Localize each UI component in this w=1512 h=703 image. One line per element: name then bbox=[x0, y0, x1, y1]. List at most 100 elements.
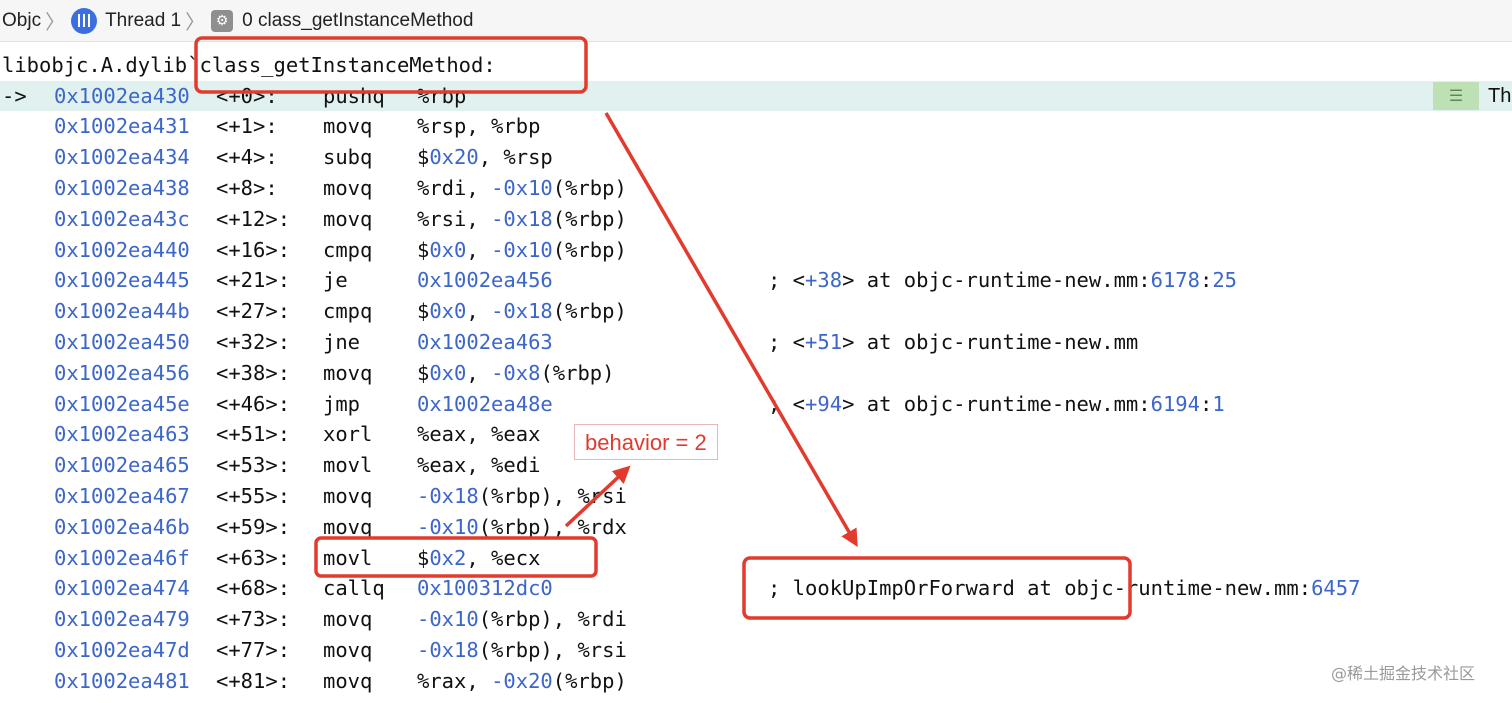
numeric-literal: -0x18 bbox=[491, 206, 553, 231]
breadcrumb-frame[interactable]: ⚙ 0 class_getInstanceMethod bbox=[211, 9, 473, 32]
numeric-literal: 1 bbox=[1212, 391, 1225, 416]
instruction-opcode: cmpq bbox=[323, 299, 373, 324]
breadcrumb-separator: 〉 bbox=[45, 12, 66, 34]
operand-text: : bbox=[1200, 268, 1213, 293]
instruction-row[interactable]: 0x1002ea456 <+38>: movq $0x0, -0x8(%rbp) bbox=[0, 358, 1512, 389]
instruction-row[interactable]: 0x1002ea47d <+77>: movq -0x18(%rbp), %rsi bbox=[0, 635, 1512, 666]
instruction-row[interactable]: 0x1002ea46f <+63>: movl $0x2, %ecx bbox=[0, 543, 1512, 574]
instruction-opcode: movq bbox=[323, 607, 373, 632]
instruction-opcode: movq bbox=[323, 175, 373, 200]
operand-text: %rsp, %rbp bbox=[417, 114, 541, 139]
instruction-address: 0x1002ea44b bbox=[54, 299, 190, 324]
instruction-address: 0x1002ea47d bbox=[54, 637, 190, 662]
instruction-address: 0x1002ea438 bbox=[54, 175, 190, 200]
instruction-operands: %eax, %edi bbox=[417, 450, 540, 481]
current-pc-arrow: -> bbox=[2, 83, 27, 108]
instruction-address: 0x1002ea46b bbox=[54, 514, 190, 539]
instruction-opcode: movq bbox=[323, 114, 373, 139]
numeric-literal: 6178 bbox=[1150, 268, 1200, 293]
operand-text: ; lookUpImpOrForward at objc-runtime-new… bbox=[768, 576, 1312, 601]
operand-text: $ bbox=[417, 237, 430, 262]
operand-text: , %ecx bbox=[466, 545, 541, 570]
instruction-opcode: callq bbox=[323, 576, 385, 601]
instruction-opcode: movq bbox=[323, 514, 373, 539]
instruction-operands: -0x18(%rbp), %rsi bbox=[417, 635, 627, 666]
operand-text: (%rbp) bbox=[540, 360, 615, 385]
instruction-row[interactable]: 0x1002ea450 <+32>: jne 0x1002ea463 ; <+51> a… bbox=[0, 327, 1512, 358]
instruction-row[interactable]: 0x1002ea43c <+12>: movq %rsi, -0x18(%rbp) bbox=[0, 204, 1512, 235]
operand-text: , bbox=[466, 360, 492, 385]
instruction-offset: <+21>: bbox=[216, 268, 291, 293]
operand-text: (%rbp), %rdx bbox=[478, 514, 627, 539]
operand-text: $ bbox=[417, 360, 430, 385]
instruction-address: 0x1002ea440 bbox=[54, 237, 190, 262]
breadcrumb-separator: 〉 bbox=[185, 12, 206, 34]
instruction-row[interactable]: 0x1002ea467 <+55>: movq -0x18(%rbp), %rsi bbox=[0, 481, 1512, 512]
instruction-operands: %rsi, -0x18(%rbp) bbox=[417, 204, 627, 235]
instruction-address: 0x1002ea474 bbox=[54, 576, 190, 601]
instruction-row[interactable]: 0x1002ea44b <+27>: cmpq $0x0, -0x18(%rbp) bbox=[0, 296, 1512, 327]
instruction-opcode: jmp bbox=[323, 391, 361, 416]
numeric-literal: +94 bbox=[805, 391, 843, 416]
numeric-literal: -0x18 bbox=[491, 299, 553, 324]
instruction-operands: $0x20, %rsp bbox=[417, 142, 553, 173]
instruction-offset: <+32>: bbox=[216, 329, 291, 354]
numeric-literal: -0x10 bbox=[491, 175, 553, 200]
current-instruction-row[interactable]: -> 0x1002ea430 <+0>: pushq %rbp ☰ Th bbox=[0, 80, 1512, 112]
instruction-opcode: pushq bbox=[323, 83, 385, 108]
instruction-opcode: movq bbox=[323, 206, 373, 231]
breadcrumb-thread[interactable]: Thread 1 bbox=[71, 7, 181, 34]
jump-bar: Objc 〉 Thread 1 〉 ⚙ 0 class_getInstanceM… bbox=[0, 0, 1512, 42]
operand-text: (%rbp), %rsi bbox=[478, 637, 627, 662]
numeric-literal: -0x10 bbox=[417, 514, 479, 539]
instruction-comment: ; lookUpImpOrForward at objc-runtime-new… bbox=[768, 573, 1360, 604]
operand-text: (%rbp) bbox=[552, 175, 627, 200]
instruction-offset: <+81>: bbox=[216, 668, 291, 693]
instruction-row[interactable]: 0x1002ea474 <+68>: callq 0x100312dc0 ; lookU… bbox=[0, 573, 1512, 604]
instruction-opcode: subq bbox=[323, 145, 373, 170]
instruction-row[interactable]: 0x1002ea463 <+51>: xorl %eax, %eax bbox=[0, 419, 1512, 450]
operand-text: ; < bbox=[768, 391, 806, 416]
instruction-address: 0x1002ea46f bbox=[54, 545, 190, 570]
numeric-literal: -0x10 bbox=[491, 237, 553, 262]
instruction-row[interactable]: 0x1002ea434 <+4>: subq $0x20, %rsp bbox=[0, 142, 1512, 173]
instruction-offset: <+63>: bbox=[216, 545, 291, 570]
operand-text: %eax, %eax bbox=[417, 422, 541, 447]
instruction-opcode: xorl bbox=[323, 422, 373, 447]
instruction-offset: <+51>: bbox=[216, 422, 291, 447]
instruction-comment: ; <+94> at objc-runtime-new.mm:6194:1 bbox=[768, 389, 1225, 420]
numeric-literal: 0x1002ea463 bbox=[417, 329, 553, 354]
instruction-row[interactable]: 0x1002ea438 <+8>: movq %rdi, -0x10(%rbp) bbox=[0, 173, 1512, 204]
instruction-row[interactable]: 0x1002ea465 <+53>: movl %eax, %edi bbox=[0, 450, 1512, 481]
instruction-row[interactable]: 0x1002ea481 <+81>: movq %rax, -0x20(%rbp) bbox=[0, 666, 1512, 697]
instruction-row[interactable]: 0x1002ea479 <+73>: movq -0x10(%rbp), %rdi bbox=[0, 604, 1512, 635]
instruction-address: 0x1002ea450 bbox=[54, 329, 190, 354]
instruction-address: 0x1002ea43c bbox=[54, 206, 190, 231]
breadcrumb-objc[interactable]: Objc bbox=[2, 10, 41, 32]
instruction-operands: %rbp bbox=[417, 81, 466, 112]
line-menu-icon[interactable]: ☰ bbox=[1433, 81, 1479, 110]
instruction-offset: <+53>: bbox=[216, 453, 291, 478]
instruction-offset: <+16>: bbox=[216, 237, 291, 262]
instruction-operands: 0x1002ea48e bbox=[417, 389, 553, 420]
instruction-row[interactable]: 0x1002ea445 <+21>: je 0x1002ea456 ; <+38> at… bbox=[0, 265, 1512, 296]
instruction-operands: -0x10(%rbp), %rdi bbox=[417, 604, 627, 635]
operand-text: (%rbp) bbox=[552, 237, 627, 262]
instruction-operands: 0x1002ea463 bbox=[417, 327, 553, 358]
instruction-row[interactable]: 0x1002ea440 <+16>: cmpq $0x0, -0x10(%rbp) bbox=[0, 235, 1512, 266]
instruction-operands: %rsp, %rbp bbox=[417, 111, 540, 142]
instruction-comment: ; <+38> at objc-runtime-new.mm:6178:25 bbox=[768, 265, 1237, 296]
instruction-opcode: movq bbox=[323, 483, 373, 508]
instruction-address: 0x1002ea45e bbox=[54, 391, 190, 416]
instruction-offset: <+77>: bbox=[216, 637, 291, 662]
instruction-operands: $0x0, -0x10(%rbp) bbox=[417, 235, 627, 266]
instruction-row[interactable]: 0x1002ea431 <+1>: movq %rsp, %rbp bbox=[0, 111, 1512, 142]
gear-icon: ⚙ bbox=[211, 9, 234, 32]
operand-text: > at objc-runtime-new.mm bbox=[842, 329, 1139, 354]
numeric-literal: 0x20 bbox=[429, 145, 479, 170]
instruction-operands: 0x1002ea456 bbox=[417, 265, 553, 296]
instruction-row[interactable]: 0x1002ea45e <+46>: jmp 0x1002ea48e ; <+94> a… bbox=[0, 389, 1512, 420]
instruction-opcode: movq bbox=[323, 360, 373, 385]
numeric-literal: 25 bbox=[1212, 268, 1238, 293]
instruction-row[interactable]: 0x1002ea46b <+59>: movq -0x10(%rbp), %rdx bbox=[0, 512, 1512, 543]
